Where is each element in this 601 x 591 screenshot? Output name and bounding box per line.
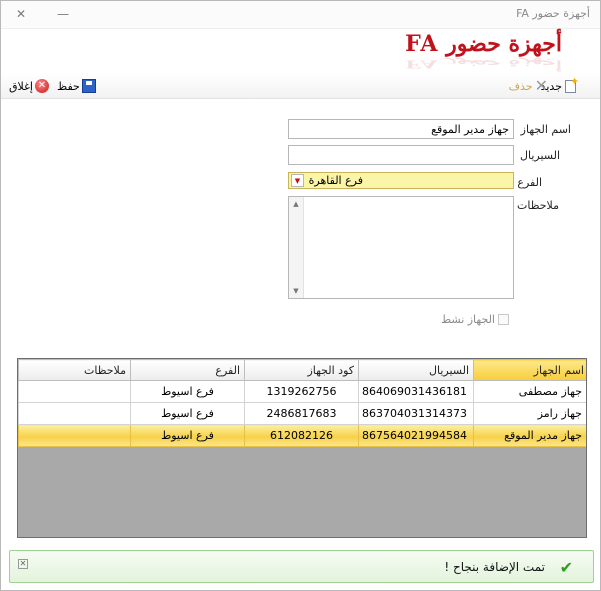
device-name-label: اسم الجهاز (520, 123, 571, 136)
column-header-serial[interactable]: السيريال (358, 359, 474, 381)
notes-label: ملاحظات (517, 199, 559, 212)
cell-notes[interactable] (18, 424, 131, 447)
column-header-code[interactable]: كود الجهاز (244, 359, 359, 381)
save-button[interactable]: حفظ (57, 77, 96, 95)
cell-code[interactable]: 612082126 (244, 424, 359, 447)
serial-label: السيريال (519, 149, 560, 162)
scroll-down-icon[interactable]: ▼ (291, 286, 301, 296)
column-header-branch[interactable]: الفرع (130, 359, 245, 381)
toolbar: ✦ جديد ✕ حذف حفظ ✕ إغلاق (1, 73, 600, 99)
cell-serial[interactable]: 864069031436181 (358, 380, 474, 403)
devices-grid: اسم الجهاز السيريال كود الجهاز الفرع ملا… (17, 358, 587, 538)
close-button[interactable]: ✕ إغلاق (9, 77, 49, 95)
cell-device-name[interactable]: جهاز مدير الموقع (473, 424, 586, 447)
save-disk-icon (81, 79, 96, 93)
cell-code[interactable]: 2486817683 (244, 402, 359, 425)
save-button-label: حفظ (57, 79, 80, 93)
close-red-icon: ✕ (34, 79, 49, 93)
cell-notes[interactable] (18, 380, 131, 403)
table-row-selected[interactable]: جهاز مدير الموقع 867564021994584 6120821… (18, 424, 586, 447)
notes-scrollbar[interactable]: ▲ ▼ (289, 197, 304, 298)
cell-serial[interactable]: 867564021994584 (358, 424, 474, 447)
status-message: تمت الإضافة بنجاح ! (444, 560, 545, 574)
main-window: ✕ — أجهزة حضور FA أجهزة حضور FA أجهزة حض… (0, 0, 601, 591)
status-close-icon[interactable]: ✕ (18, 559, 28, 569)
cell-device-name[interactable]: جهاز مصطفى (473, 380, 586, 403)
grid-header-row: اسم الجهاز السيريال كود الجهاز الفرع ملا… (18, 359, 586, 381)
column-header-notes[interactable]: ملاحظات (18, 359, 131, 381)
window-minimize-icon[interactable]: — (55, 6, 71, 22)
cell-branch[interactable]: فرع اسيوط (130, 402, 245, 425)
cell-branch[interactable]: فرع اسيوط (130, 424, 245, 447)
branch-select[interactable]: فرع القاهرة ▼ (288, 172, 514, 189)
table-row[interactable]: جهاز رامز 863704031314373 2486817683 فرع… (18, 402, 586, 425)
new-document-icon: ✦ (564, 75, 579, 94)
active-checkbox-row[interactable]: الجهاز نشط (441, 313, 509, 326)
scroll-up-icon[interactable]: ▲ (291, 199, 301, 209)
delete-button-label: حذف (508, 79, 533, 93)
device-name-input[interactable]: جهاز مدير الموقع (288, 119, 514, 139)
chevron-down-icon[interactable]: ▼ (291, 174, 304, 187)
close-button-label: إغلاق (9, 79, 33, 93)
notes-textarea[interactable]: ▲ ▼ (288, 196, 514, 299)
status-bar: ✕ ✔ تمت الإضافة بنجاح ! (9, 550, 594, 583)
window-close-icon[interactable]: ✕ (13, 6, 29, 22)
cell-serial[interactable]: 863704031314373 (358, 402, 474, 425)
active-checkbox[interactable] (498, 314, 509, 325)
branch-label: الفرع (517, 176, 542, 189)
delete-button[interactable]: ✕ حذف (509, 77, 548, 95)
title-bar: ✕ — أجهزة حضور FA (1, 1, 600, 29)
devices-table: اسم الجهاز السيريال كود الجهاز الفرع ملا… (18, 359, 586, 447)
cell-branch[interactable]: فرع اسيوط (130, 380, 245, 403)
table-row[interactable]: جهاز مصطفى 864069031436181 1319262756 فر… (18, 380, 586, 403)
cell-code[interactable]: 1319262756 (244, 380, 359, 403)
delete-icon: ✕ (534, 76, 548, 95)
page-heading-reflection: أجهزة حضور FA (405, 57, 562, 71)
serial-input[interactable] (288, 145, 514, 165)
window-title: أجهزة حضور FA (516, 7, 590, 20)
page-heading: أجهزة حضور FA (405, 31, 562, 57)
branch-select-value: فرع القاهرة (308, 174, 363, 187)
column-header-device-name[interactable]: اسم الجهاز (473, 359, 586, 381)
cell-device-name[interactable]: جهاز رامز (473, 402, 586, 425)
active-checkbox-label: الجهاز نشط (440, 313, 495, 326)
cell-notes[interactable] (18, 402, 131, 425)
checkmark-icon: ✔ (559, 558, 573, 577)
